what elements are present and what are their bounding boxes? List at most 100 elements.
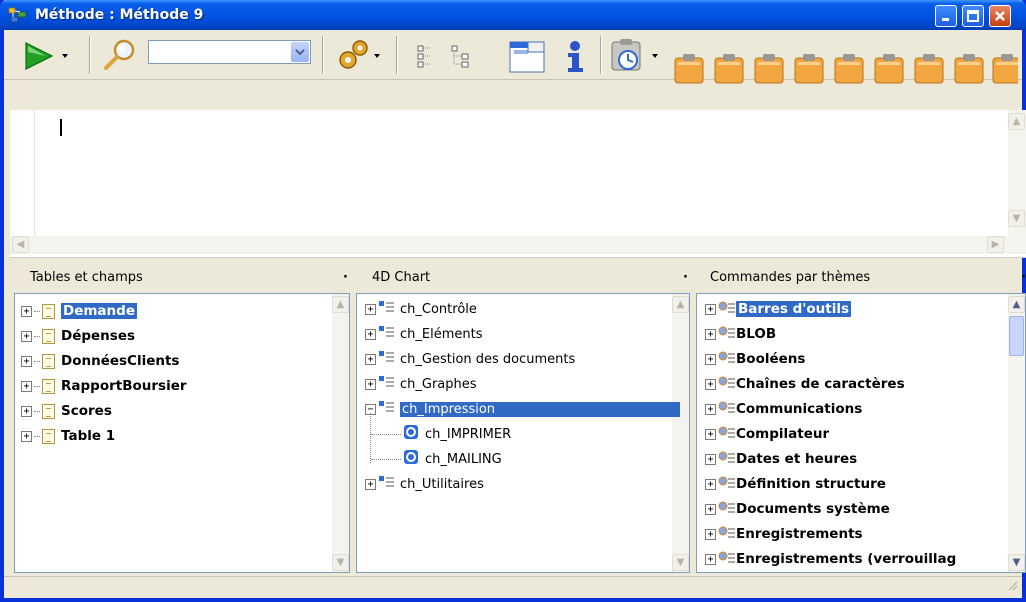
expand-icon[interactable]: + [21, 305, 32, 317]
scroll-left-icon[interactable]: ◀ [12, 236, 29, 253]
chart-pane-header[interactable]: 4D Chart · [372, 270, 688, 290]
info-icon[interactable] [560, 40, 590, 78]
expand-icon[interactable]: + [365, 378, 376, 390]
title-bar[interactable]: Méthode : Méthode 9 [0, 0, 1026, 30]
scroll-down-icon[interactable]: ▼ [332, 554, 349, 571]
expand-icon[interactable]: + [365, 353, 376, 365]
form-window-icon[interactable] [508, 40, 548, 78]
scroll-thumb[interactable] [1009, 316, 1024, 356]
gears-icon[interactable] [334, 38, 384, 76]
run-button[interactable] [22, 40, 72, 76]
chart-list-scrollbar[interactable]: ▲ ▼ [672, 294, 689, 572]
expand-icon[interactable]: + [705, 478, 716, 490]
scroll-up-icon[interactable]: ▲ [1008, 296, 1025, 313]
chart-theme-item[interactable]: + ch_Contrôle [365, 298, 477, 320]
tables-pane-title: Tables et champs [30, 270, 143, 285]
command-theme-item[interactable]: + Définition structure [705, 473, 886, 495]
expand-icon[interactable]: + [705, 328, 716, 340]
scroll-up-icon[interactable]: ▲ [1008, 113, 1025, 130]
expand-icon[interactable]: + [705, 378, 716, 390]
command-theme-item[interactable]: + Enregistrements (verrouillag [705, 548, 1007, 570]
expand-icon[interactable]: + [705, 528, 716, 540]
command-icon [403, 424, 419, 444]
chart-command-item[interactable]: ch_IMPRIMER [371, 423, 511, 445]
chart-theme-item[interactable]: + ch_Eléments [365, 323, 482, 345]
expand-icon[interactable]: + [21, 405, 32, 417]
clipboard-icon[interactable] [674, 54, 704, 84]
expand-icon[interactable]: + [365, 303, 376, 315]
expand-icon[interactable]: + [365, 328, 376, 340]
expand-icon[interactable]: + [705, 303, 716, 315]
editor-vertical-scrollbar[interactable]: ▲ ▼ [1008, 110, 1026, 236]
table-item[interactable]: + DonnéesClients [21, 350, 179, 372]
collapse-tree-icon[interactable] [416, 44, 436, 72]
expand-icon[interactable]: + [21, 430, 32, 442]
command-theme-item[interactable]: + Documents système [705, 498, 890, 520]
clipboard-icon[interactable] [794, 54, 824, 84]
table-item[interactable]: + RapportBoursier [21, 375, 187, 397]
editor-horizontal-scrollbar[interactable]: ◀ ▶ [10, 236, 1026, 254]
clipboard-icon[interactable] [992, 54, 1018, 84]
table-item[interactable]: + Dépenses [21, 325, 135, 347]
maximize-button[interactable] [962, 5, 984, 27]
expand-icon[interactable]: + [21, 330, 32, 342]
expand-icon[interactable]: + [705, 503, 716, 515]
command-theme-item[interactable]: + Booléens [705, 348, 805, 370]
commands-by-theme-list[interactable]: ▲ ▼ + Barres d'outils + BLOB + Booléens + Ch… [696, 293, 1026, 573]
expand-icon[interactable]: + [705, 453, 716, 465]
command-theme-item[interactable]: + Barres d'outils [705, 298, 852, 320]
chart-theme-item[interactable]: + ch_Graphes [365, 373, 477, 395]
expand-icon[interactable]: + [705, 428, 716, 440]
minimize-button[interactable] [935, 5, 957, 27]
expand-icon[interactable]: + [21, 380, 32, 392]
chart-commands-list[interactable]: ▲ ▼ + ch_Contrôle + ch_Eléments + ch_Gestio… [356, 293, 690, 573]
tables-list-scrollbar[interactable]: ▲ ▼ [332, 294, 349, 572]
tables-list[interactable]: ▲ ▼ + Demande + Dépenses + DonnéesClients +… [14, 293, 350, 573]
scroll-down-icon[interactable]: ▼ [1008, 554, 1025, 571]
clipboard-icon[interactable] [834, 54, 864, 84]
command-theme-label: Documents système [736, 501, 890, 517]
command-theme-item[interactable]: + Enregistrements [705, 523, 863, 545]
tables-pane-header[interactable]: Tables et champs · [30, 270, 348, 290]
chevron-down-icon[interactable] [291, 42, 309, 62]
commands-pane-header[interactable]: Commandes par thèmes · [710, 270, 1026, 290]
table-item[interactable]: + Demande [21, 300, 137, 322]
clipboard-icon[interactable] [874, 54, 904, 84]
table-item[interactable]: + Table 1 [21, 425, 115, 447]
chart-theme-item[interactable]: − ch_Impression [365, 398, 680, 420]
scroll-down-icon[interactable]: ▼ [1008, 210, 1025, 227]
chevron-down-icon[interactable]: · [1021, 270, 1026, 285]
close-button[interactable] [989, 5, 1011, 27]
expand-icon[interactable]: + [21, 355, 32, 367]
clipboard-icon[interactable] [954, 54, 984, 84]
scroll-up-icon[interactable]: ▲ [672, 296, 689, 313]
expand-icon[interactable]: + [365, 478, 376, 490]
command-theme-item[interactable]: + BLOB [705, 323, 776, 345]
search-icon[interactable] [100, 38, 140, 74]
command-theme-item[interactable]: + Compilateur [705, 423, 829, 445]
theme-list-icon [378, 400, 396, 418]
table-item[interactable]: + Scores [21, 400, 112, 422]
expand-icon[interactable]: + [705, 553, 716, 565]
command-theme-item[interactable]: + Chaînes de caractères [705, 373, 905, 395]
command-theme-item[interactable]: + Communications [705, 398, 862, 420]
scroll-up-icon[interactable]: ▲ [332, 296, 349, 313]
chart-command-item[interactable]: ch_MAILING [371, 448, 502, 470]
chevron-down-icon[interactable]: · [683, 270, 688, 285]
clipboard-icon[interactable] [914, 54, 944, 84]
commands-list-scrollbar[interactable]: ▲ ▼ [1008, 294, 1025, 572]
clipboard-icon[interactable] [754, 54, 784, 84]
chart-theme-item[interactable]: + ch_Gestion des documents [365, 348, 575, 370]
expand-icon[interactable]: + [705, 403, 716, 415]
clipboard-clock-icon[interactable] [608, 38, 668, 78]
resize-grip-icon[interactable] [1006, 579, 1018, 595]
chart-theme-item[interactable]: + ch_Utilitaires [365, 473, 484, 495]
clipboard-icon[interactable] [714, 54, 744, 84]
search-combo[interactable] [148, 40, 311, 64]
expand-icon[interactable]: + [705, 353, 716, 365]
expand-tree-icon[interactable] [450, 44, 476, 72]
scroll-right-icon[interactable]: ▶ [987, 236, 1004, 253]
scroll-down-icon[interactable]: ▼ [672, 554, 689, 571]
chevron-down-icon[interactable]: · [343, 270, 348, 285]
command-theme-item[interactable]: + Dates et heures [705, 448, 857, 470]
